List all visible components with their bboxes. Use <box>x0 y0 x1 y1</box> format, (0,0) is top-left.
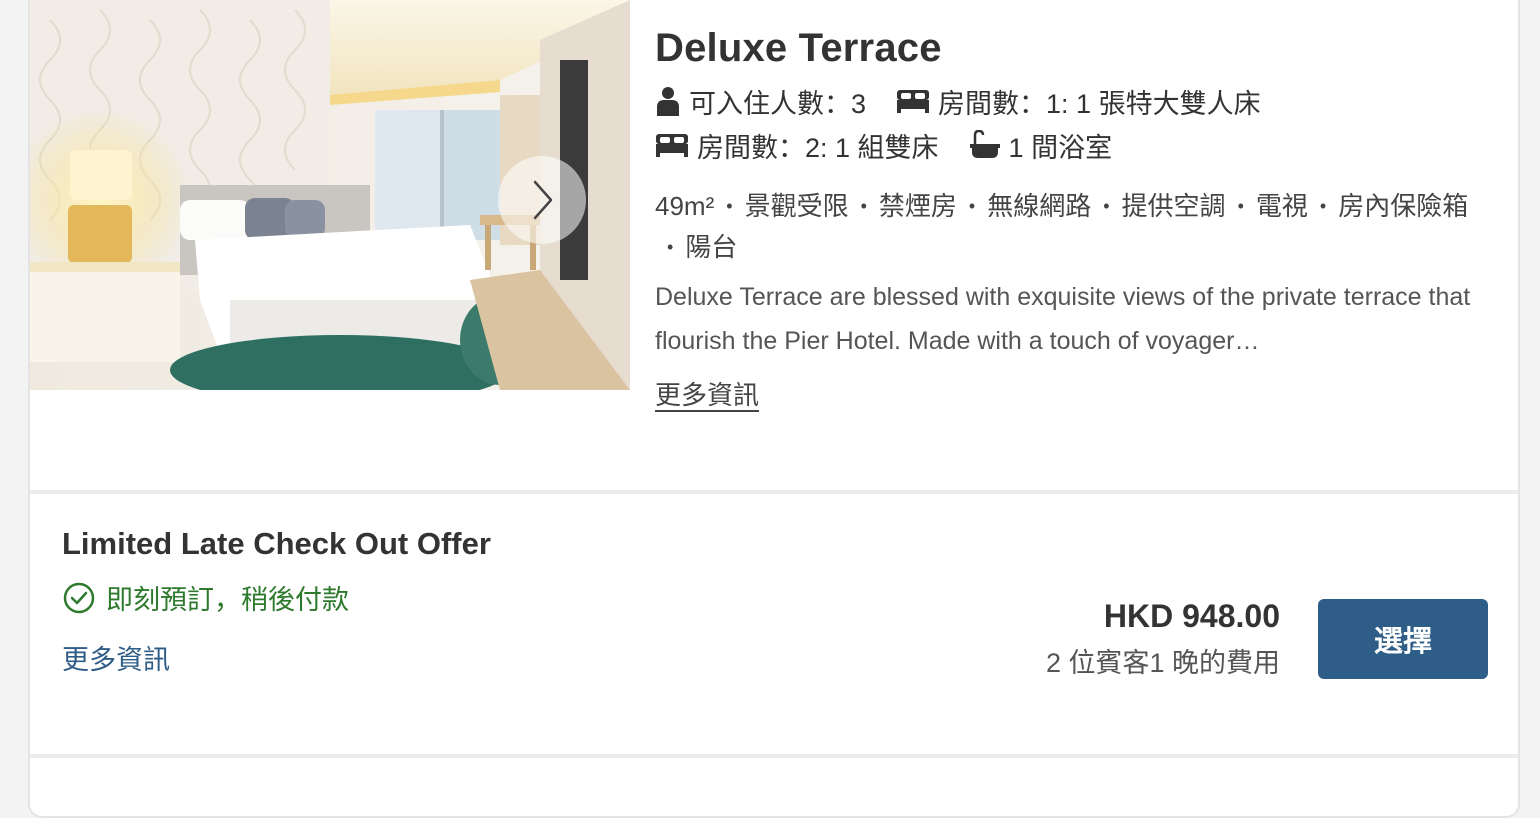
bed-icon <box>656 134 688 157</box>
chevron-right-icon <box>533 180 553 220</box>
amenity-item: 房內保險箱 <box>1338 191 1469 221</box>
spec-bedroom-2-text: 房間數：2: 1 組雙床 <box>697 132 939 163</box>
room-more-info-link[interactable]: 更多資訊 <box>655 375 759 412</box>
price-block: HKD 948.00 2 位賓客1 晚的費用 <box>1046 598 1280 680</box>
offer-tag: 即刻預訂，稍後付款 <box>62 578 349 617</box>
amenity-item: 景觀受限 <box>744 191 849 221</box>
spec-bedroom-1: 房間數：1: 1 張特大雙人床 <box>896 82 1261 121</box>
section-divider <box>30 754 1518 758</box>
bullet-separator: • <box>726 196 733 216</box>
bullet-separator: • <box>1103 196 1110 216</box>
spec-occupancy-text: 可入住人數：3 <box>689 88 867 119</box>
amenity-item: 陽台 <box>685 232 738 262</box>
room-title: Deluxe Terrace <box>655 26 942 70</box>
price-note: 2 位賓客1 晚的費用 <box>1045 648 1280 678</box>
room-photo[interactable] <box>30 0 630 390</box>
bathtub-icon <box>969 130 1000 158</box>
check-circle-icon <box>63 582 95 613</box>
bullet-separator: • <box>860 196 867 216</box>
section-divider <box>30 490 1518 494</box>
offer-tag-text: 即刻預訂，稍後付款 <box>106 585 349 615</box>
spec-bedroom-1-text: 房間數：1: 1 張特大雙人床 <box>938 88 1261 119</box>
spec-bedroom-2: 房間數：2: 1 組雙床 <box>655 126 939 165</box>
amenity-item: 無線網路 <box>987 191 1092 221</box>
bullet-separator: • <box>667 237 674 257</box>
price: HKD 948.00 <box>1103 598 1280 634</box>
spec-row-1: 可入住人數：3 房間數：1: 1 張特大雙人床 <box>655 85 1485 119</box>
room-description: Deluxe Terrace are blessed with exquisit… <box>655 283 1471 355</box>
amenity-size: 49m² <box>655 191 715 221</box>
bullet-separator: • <box>968 196 976 216</box>
spec-bathroom-text: 1 間浴室 <box>1008 132 1113 163</box>
room-card: Deluxe Terrace 可入住人數：3 房間數：1: 1 張特大雙人床 房… <box>28 0 1520 818</box>
select-button[interactable]: 選擇 <box>1318 599 1488 679</box>
offer-more-info-link[interactable]: 更多資訊 <box>62 638 170 677</box>
amenity-item: 電視 <box>1255 191 1308 221</box>
bullet-separator: • <box>1237 196 1244 216</box>
bed-icon <box>897 90 930 113</box>
amenity-item: 提供空調 <box>1121 191 1226 221</box>
next-photo-button[interactable] <box>498 156 586 244</box>
room-info: Deluxe Terrace 可入住人數：3 房間數：1: 1 張特大雙人床 房… <box>655 26 1485 412</box>
spec-bathroom: 1 間浴室 <box>969 126 1113 165</box>
amenity-item: 禁煙房 <box>878 191 957 221</box>
offer-title: Limited Late Check Out Offer <box>62 526 491 561</box>
spec-occupancy: 可入住人數：3 <box>655 82 866 121</box>
amenities-list: 49m² • 景觀受限 • 禁煙房 • 無線網路 • 提供空調 • 電視 • 房內保險箱 • 陽台 <box>655 187 1485 269</box>
person-icon <box>657 87 679 116</box>
spec-row-2: 房間數：2: 1 組雙床 1 間浴室 <box>655 129 1485 163</box>
bullet-separator: • <box>1319 196 1327 216</box>
